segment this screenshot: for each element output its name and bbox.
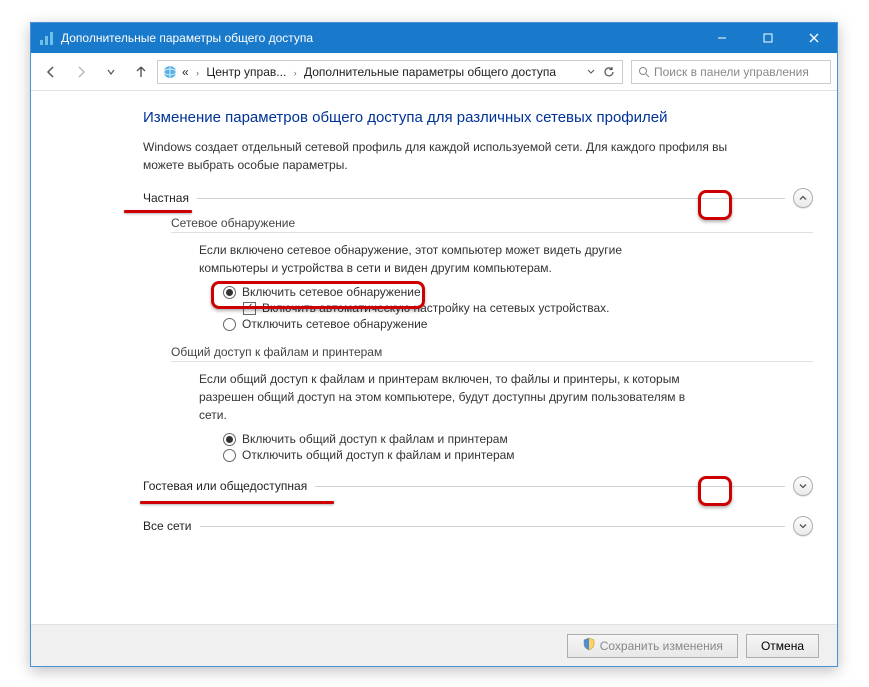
cancel-button[interactable]: Отмена — [746, 634, 819, 658]
radio-netdisc-on[interactable]: Включить сетевое обнаружение — [171, 285, 813, 299]
expand-button-guest[interactable] — [793, 476, 813, 496]
back-button[interactable] — [37, 58, 65, 86]
section-guest[interactable]: Гостевая или общедоступная — [143, 476, 813, 496]
shield-icon — [582, 637, 596, 654]
content-area: Изменение параметров общего доступа для … — [31, 91, 837, 624]
minimize-button[interactable] — [699, 23, 745, 53]
section-private[interactable]: Частная — [143, 188, 813, 208]
page-intro: Windows создает отдельный сетевой профил… — [143, 138, 733, 174]
window-frame: Дополнительные параметры общего доступа … — [30, 22, 838, 667]
toolbar: « › Центр управ... › Дополнительные пара… — [31, 53, 837, 91]
radio-fileshare-on-label: Включить общий доступ к файлам и принтер… — [242, 432, 508, 446]
chevron-down-icon — [798, 521, 808, 531]
search-placeholder: Поиск в панели управления — [654, 65, 809, 79]
radio-icon — [223, 449, 236, 462]
radio-fileshare-on[interactable]: Включить общий доступ к файлам и принтер… — [171, 432, 813, 446]
save-button[interactable]: Сохранить изменения — [567, 634, 738, 658]
search-icon — [638, 66, 650, 78]
refresh-button[interactable] — [600, 61, 618, 83]
radio-icon — [223, 433, 236, 446]
breadcrumb: « › Центр управ... › Дополнительные пара… — [182, 65, 582, 79]
checkbox-auto-setup[interactable]: Включить автоматическую настройку на сет… — [171, 301, 813, 315]
radio-netdisc-off-label: Отключить сетевое обнаружение — [242, 317, 427, 331]
breadcrumb-1[interactable]: Центр управ... — [206, 65, 286, 79]
checkbox-icon — [243, 302, 256, 315]
close-button[interactable] — [791, 23, 837, 53]
checkbox-auto-label: Включить автоматическую настройку на сет… — [262, 301, 610, 315]
section-all-label: Все сети — [143, 519, 192, 533]
collapse-button-private[interactable] — [793, 188, 813, 208]
radio-icon — [223, 318, 236, 331]
cancel-button-label: Отмена — [761, 639, 804, 653]
maximize-button[interactable] — [745, 23, 791, 53]
forward-button[interactable] — [67, 58, 95, 86]
chevron-up-icon — [798, 193, 808, 203]
address-bar[interactable]: « › Центр управ... › Дополнительные пара… — [157, 60, 623, 84]
chevron-down-icon — [798, 481, 808, 491]
fileshare-description: Если общий доступ к файлам и принтерам в… — [171, 370, 691, 424]
breadcrumb-2[interactable]: Дополнительные параметры общего доступа — [304, 65, 556, 79]
up-button[interactable] — [127, 58, 155, 86]
netdisc-description: Если включено сетевое обнаружение, этот … — [171, 241, 691, 277]
search-input[interactable]: Поиск в панели управления — [631, 60, 831, 84]
save-button-label: Сохранить изменения — [600, 639, 723, 653]
section-guest-label: Гостевая или общедоступная — [143, 479, 307, 493]
network-icon — [162, 64, 178, 80]
titlebar[interactable]: Дополнительные параметры общего доступа — [31, 23, 837, 53]
radio-netdisc-on-label: Включить сетевое обнаружение — [242, 285, 421, 299]
radio-icon — [223, 286, 236, 299]
section-private-label: Частная — [143, 191, 189, 205]
network-center-icon — [39, 30, 55, 46]
recent-dropdown[interactable] — [97, 58, 125, 86]
subsection-network-discovery: Сетевое обнаружение — [171, 216, 813, 233]
radio-fileshare-off-label: Отключить общий доступ к файлам и принте… — [242, 448, 515, 462]
radio-netdisc-off[interactable]: Отключить сетевое обнаружение — [171, 317, 813, 331]
address-dropdown[interactable] — [582, 61, 600, 83]
subsection-file-sharing: Общий доступ к файлам и принтерам — [171, 345, 813, 362]
expand-button-all[interactable] — [793, 516, 813, 536]
button-bar: Сохранить изменения Отмена — [31, 624, 837, 666]
window-title: Дополнительные параметры общего доступа — [61, 31, 699, 45]
section-all[interactable]: Все сети — [143, 516, 813, 536]
radio-fileshare-off[interactable]: Отключить общий доступ к файлам и принте… — [171, 448, 813, 462]
page-heading: Изменение параметров общего доступа для … — [143, 109, 813, 126]
